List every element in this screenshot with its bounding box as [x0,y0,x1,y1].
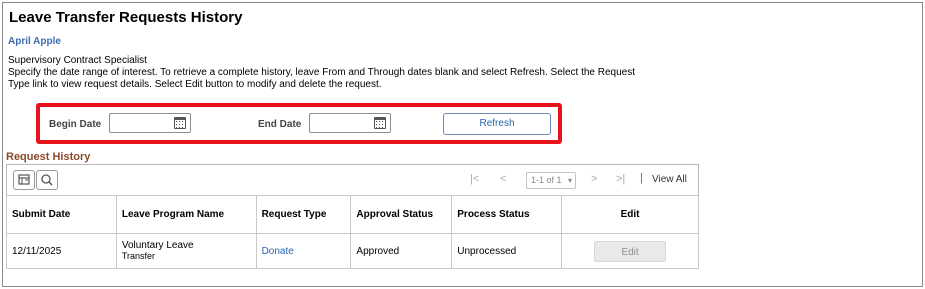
begin-date-input[interactable] [109,113,191,133]
column-header-process-status: Process Status [451,195,563,234]
end-date-input[interactable] [309,113,391,133]
request-type-link[interactable]: Donate [262,246,294,257]
grid-header-row: Submit Date Leave Program Name Request T… [6,195,699,234]
column-header-edit: Edit [561,195,699,234]
submit-date-cell: 12/11/2025 [6,233,117,269]
grid-search-button[interactable] [36,170,58,190]
view-all-link[interactable]: View All [652,174,687,185]
leave-program-line-2: Transfer [121,251,156,261]
toolbar-divider: | [640,172,643,184]
employee-name: April Apple [8,36,61,47]
grid-personalize-icon [18,174,30,185]
pager-select[interactable]: 1-1 of 1 ▾ [526,172,576,189]
process-status-cell: Unprocessed [451,233,563,269]
next-page-icon[interactable]: > [591,173,597,185]
last-page-icon[interactable]: >| [616,173,625,185]
request-history-grid: Submit Date Leave Program Name Request T… [6,195,699,269]
calendar-icon[interactable] [174,117,186,129]
end-date-label: End Date [258,119,302,130]
search-icon [41,174,53,186]
column-header-request-type: Request Type [255,195,352,234]
pager-label: 1-1 of 1 [531,175,562,185]
instructions-text: Specify the date range of interest. To r… [8,67,636,90]
chevron-down-icon: ▾ [567,176,572,185]
grid-personalize-button[interactable] [13,170,35,190]
refresh-button[interactable]: Refresh [443,113,551,135]
calendar-icon[interactable] [374,117,386,129]
table-row: 12/11/2025 Voluntary Leave Transfer Dona… [6,233,699,269]
column-header-submit-date: Submit Date [6,195,117,234]
edit-button[interactable]: Edit [594,240,667,262]
edit-cell: Edit [561,233,699,269]
page-title: Leave Transfer Requests History [9,9,243,26]
leave-program-line-1: Voluntary Leave [121,240,194,251]
request-history-title: Request History [6,151,91,163]
request-type-cell: Donate [255,233,352,269]
first-page-icon[interactable]: |< [470,173,479,185]
approval-status-cell: Approved [350,233,453,269]
begin-date-label: Begin Date [49,119,102,130]
column-header-approval-status: Approval Status [350,195,453,234]
column-header-leave-program-name: Leave Program Name [115,195,257,234]
leave-program-cell: Voluntary Leave Transfer [115,233,257,269]
previous-page-icon[interactable]: < [500,173,506,185]
job-title: Supervisory Contract Specialist [8,55,147,66]
